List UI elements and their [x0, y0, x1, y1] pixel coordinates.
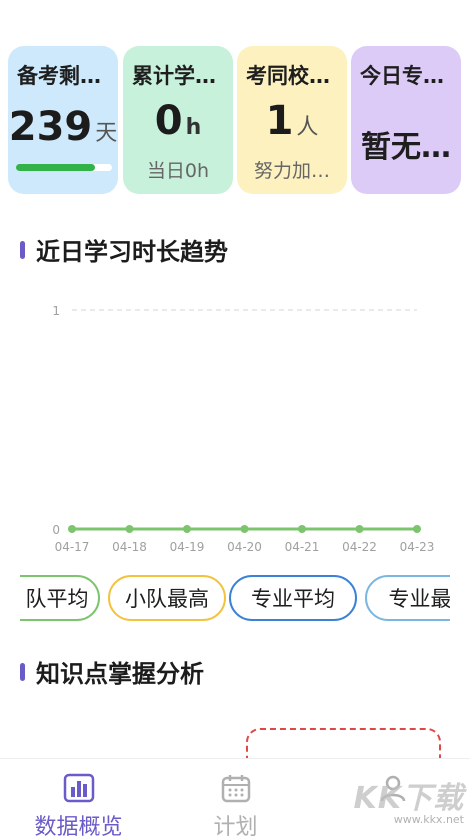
- same-school-title: 考同校…: [246, 64, 330, 88]
- total-study-value: 0: [154, 98, 183, 144]
- watermark-main: KK下载: [353, 781, 464, 816]
- trend-section-header: 近日学习时长趋势: [20, 232, 228, 267]
- today-major-text: 暂无…: [361, 130, 451, 165]
- nav-overview-label: 数据概览: [34, 815, 123, 836]
- total-study-title: 累计学…: [132, 64, 216, 88]
- pill-2[interactable]: 专业平均: [229, 575, 357, 621]
- chart-xtick-label: 04-21: [285, 540, 320, 554]
- total-study-unit: h: [185, 115, 202, 140]
- comparison-pills: 队平均 小队最高 专业平均 专业最: [20, 575, 450, 623]
- chart-xtick-label: 04-22: [342, 540, 377, 554]
- section-accent-bar: [20, 240, 25, 259]
- chart-point: [125, 525, 134, 533]
- same-school-card[interactable]: 考同校… 1人 努力加…: [237, 46, 347, 194]
- chart-xtick-label: 04-23: [400, 540, 435, 554]
- pill-1[interactable]: 小队最高: [108, 575, 226, 621]
- trend-title: 近日学习时长趋势: [36, 238, 228, 266]
- chart-point: [298, 525, 306, 533]
- nav-plan[interactable]: 计划: [157, 759, 314, 836]
- chart-point: [355, 525, 364, 533]
- nav-overview[interactable]: 数据概览: [0, 759, 157, 836]
- chart-point: [413, 525, 421, 533]
- knowledge-title: 知识点掌握分析: [36, 660, 204, 688]
- section-accent-bar: [20, 662, 25, 681]
- same-school-sub: 努力加…: [253, 160, 330, 182]
- chart-xtick-label: 04-17: [55, 540, 90, 554]
- stat-cards: 备考剩… 239 天 累计学… 0h 当日0h 考同校… 1人 努力加… 今日专……: [8, 46, 462, 194]
- chart-ytick-label: 1: [52, 304, 60, 318]
- total-study-card[interactable]: 累计学… 0h 当日0h: [123, 46, 233, 194]
- today-major-card[interactable]: 今日专… 暂无…: [351, 46, 461, 194]
- exam-countdown-value: 239: [8, 104, 93, 150]
- today-major-title: 今日专…: [360, 64, 444, 88]
- chart-point: [183, 525, 191, 533]
- chart-xtick-label: 04-18: [112, 540, 147, 554]
- nav-plan-label: 计划: [213, 815, 258, 836]
- trend-line-chart: 0 1 04-17 04-18 04-19 04-20 04-21 04-22 04-23: [52, 304, 435, 554]
- total-study-sub: 当日0h: [146, 160, 210, 182]
- exam-countdown-card[interactable]: 备考剩… 239 天: [8, 46, 118, 194]
- exam-countdown-title: 备考剩…: [17, 64, 101, 88]
- pill-3[interactable]: 专业最: [365, 575, 450, 621]
- exam-countdown-progress: [16, 164, 112, 171]
- watermark: KK下载 www.kkx.net: [354, 773, 465, 826]
- chart-point: [240, 525, 249, 533]
- same-school-unit: 人: [296, 115, 319, 140]
- page: 备考剩… 239 天 累计学… 0h 当日0h 考同校… 1人 努力加… 今日专……: [0, 0, 470, 836]
- bar-chart-icon: [63, 773, 95, 807]
- chart-xtick-label: 04-19: [170, 540, 205, 554]
- chart-point: [68, 525, 76, 533]
- calendar-icon: [221, 773, 251, 807]
- chart-ytick-label: 0: [52, 523, 60, 537]
- knowledge-section-header: 知识点掌握分析: [20, 654, 204, 689]
- exam-countdown-unit: 天: [95, 121, 118, 146]
- chart-xtick-label: 04-20: [227, 540, 262, 554]
- same-school-value: 1: [265, 98, 294, 144]
- pill-0[interactable]: 队平均: [20, 575, 100, 621]
